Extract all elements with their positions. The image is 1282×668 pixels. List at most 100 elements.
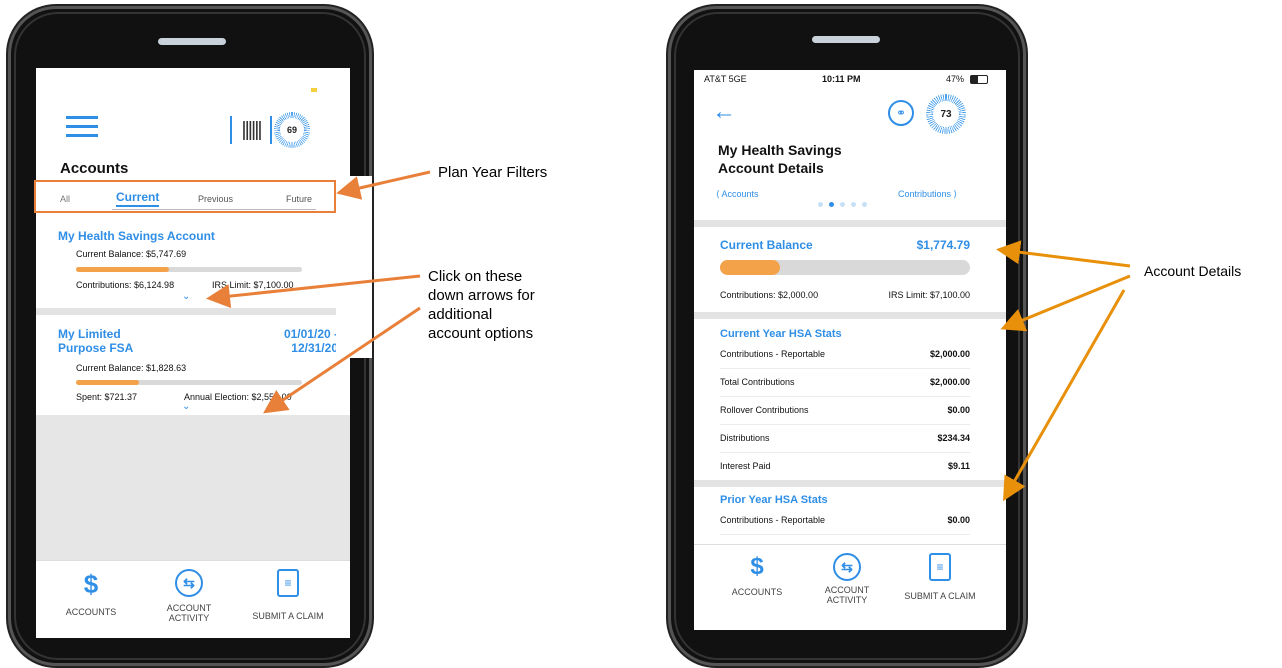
- dollar-icon: $: [750, 553, 764, 580]
- barcode-icon[interactable]: ||||||: [230, 116, 272, 144]
- page-dots: [818, 202, 878, 210]
- plan-year-filters-highlight: [34, 180, 336, 213]
- nav-submit-claim[interactable]: ≡ SUBMIT A CLAIM: [890, 553, 990, 601]
- fsa-plan-dates-line2: 12/31/20: [291, 341, 338, 355]
- clipboard-icon: ≡: [277, 569, 299, 597]
- current-balance-value: $1,774.79: [916, 238, 970, 252]
- contributions-link-label: Contributions: [898, 189, 952, 199]
- hsa-progress-bar: [76, 267, 302, 272]
- fsa-spent: Spent: $721.37: [76, 392, 138, 402]
- wellness-score-ring[interactable]: 69: [274, 112, 310, 148]
- hsa-card[interactable]: My Health Savings Account Current Balanc…: [36, 216, 350, 306]
- page-dot[interactable]: [862, 202, 867, 207]
- hsa-expand-chevron-icon[interactable]: ⌄: [182, 291, 190, 302]
- fsa-progress-bar: [76, 380, 302, 385]
- annotation-line: account options: [428, 325, 534, 342]
- balance-contributions: Contributions: $2,000.00: [720, 290, 819, 300]
- contributions-link[interactable]: Contributions ⟩: [898, 189, 957, 200]
- annotation-line: additional: [428, 306, 493, 323]
- stat-label: Rollover Contributions: [720, 405, 809, 415]
- status-battery: 47%: [946, 74, 965, 84]
- accounts-link[interactable]: ⟨ Accounts: [716, 189, 759, 200]
- left-phone-frame: |||||| 69 Accounts All Current Previous …: [8, 6, 372, 666]
- balance-irs-limit: IRS Limit: $7,100.00: [888, 290, 970, 300]
- hsa-current-balance: Current Balance: $5,747.69: [76, 249, 187, 259]
- hsa-progress-fill: [76, 267, 169, 272]
- menu-icon[interactable]: [66, 116, 98, 138]
- bottom-nav: $ ACCOUNTS ⇆ ACCOUNT ACTIVITY ≡ SUBMIT A…: [694, 544, 1006, 615]
- prior-year-stats: Contributions - Reportable $0.00: [720, 506, 970, 536]
- stat-value: $0.00: [947, 515, 970, 525]
- page-title-line1: My Health Savings: [718, 142, 842, 158]
- stat-row: Distributions $234.34: [720, 424, 970, 453]
- current-balance-label: Current Balance: [720, 238, 813, 252]
- chevron-right-icon: ⟩: [951, 189, 958, 199]
- stat-value: $2,000.00: [929, 349, 970, 359]
- stat-row: Contributions - Reportable $0.00: [720, 506, 970, 535]
- nav-account-activity[interactable]: ⇆ ACCOUNT ACTIVITY: [154, 569, 224, 623]
- stat-row: Total Contributions $2,000.00: [720, 368, 970, 397]
- annotation-line: down arrows for: [428, 287, 535, 304]
- stat-value: $9.11: [947, 461, 970, 471]
- annotation-down-arrows: Click on these down arrows for additiona…: [428, 267, 535, 343]
- stat-value: $0.00: [947, 405, 970, 415]
- page-title-line2: Account Details: [718, 160, 824, 176]
- fsa-account-name-line2[interactable]: Purpose FSA: [58, 341, 133, 355]
- annotation-line: Click on these: [428, 268, 523, 285]
- balance-progress-fill: [720, 260, 780, 275]
- current-year-heading: Current Year HSA Stats: [720, 328, 842, 340]
- bottom-nav: $ ACCOUNTS ⇆ ACCOUNT ACTIVITY ≡ SUBMIT A…: [36, 560, 350, 638]
- dollar-icon: $: [83, 569, 99, 599]
- back-arrow-icon[interactable]: ←: [712, 98, 736, 126]
- stat-row: Rollover Contributions $0.00: [720, 396, 970, 425]
- left-phone-speaker: [158, 38, 226, 45]
- wellness-score: 69: [280, 118, 304, 142]
- card-divider: [36, 308, 350, 315]
- microphone-icon[interactable]: ⚭: [888, 100, 914, 126]
- accounts-link-label: Accounts: [721, 189, 759, 199]
- nav-accounts-label: ACCOUNTS: [731, 587, 783, 597]
- notification-dot: [311, 88, 317, 92]
- page-dot-active[interactable]: [829, 202, 834, 207]
- page-dot[interactable]: [851, 202, 856, 207]
- fsa-plan-dates-line1: 01/01/20 -: [283, 327, 338, 341]
- empty-area: [36, 415, 350, 560]
- fsa-card[interactable]: My Limited Purpose FSA 01/01/20 - 12/31/…: [36, 315, 350, 415]
- stat-label: Contributions - Reportable: [720, 515, 826, 525]
- left-phone-screen: |||||| 69 Accounts All Current Previous …: [36, 68, 350, 638]
- fsa-progress-fill: [76, 380, 140, 385]
- hsa-account-name[interactable]: My Health Savings Account: [58, 229, 215, 243]
- battery-icon: [970, 75, 988, 84]
- annotation-backdrop: [336, 176, 372, 358]
- fsa-annual-election: Annual Election: $2,550.00: [184, 392, 292, 402]
- current-year-stats: Contributions - Reportable $2,000.00 Total…: [720, 340, 970, 481]
- stat-label: Contributions - Reportable: [720, 349, 826, 359]
- annotation-account-details: Account Details: [1144, 263, 1242, 279]
- transfer-icon: ⇆: [175, 569, 203, 597]
- right-phone-screen: AT&T 5GE 10:11 PM 47% ← ⚭ 73 My Health S…: [694, 70, 1006, 630]
- annotation-plan-year-filters: Plan Year Filters: [438, 164, 548, 181]
- stat-label: Total Contributions: [720, 377, 795, 387]
- nav-submit-claim[interactable]: ≡ SUBMIT A CLAIM: [238, 569, 338, 621]
- nav-submit-claim-label: SUBMIT A CLAIM: [252, 611, 324, 621]
- status-bar: AT&T 5GE 10:11 PM 47%: [694, 70, 1006, 88]
- fsa-expand-chevron-icon[interactable]: ⌄: [182, 401, 190, 412]
- section-divider: [694, 220, 1006, 227]
- status-time: 10:11 PM: [822, 74, 861, 84]
- prior-year-heading: Prior Year HSA Stats: [720, 494, 828, 506]
- page-title: Accounts: [60, 160, 129, 177]
- page-dot[interactable]: [840, 202, 845, 207]
- right-phone-speaker: [812, 36, 880, 43]
- nav-accounts[interactable]: $ ACCOUNTS: [56, 569, 126, 617]
- nav-accounts[interactable]: $ ACCOUNTS: [722, 553, 792, 597]
- nav-account-activity[interactable]: ⇆ ACCOUNT ACTIVITY: [812, 553, 882, 605]
- stat-value: $234.34: [937, 433, 970, 443]
- wellness-score-ring[interactable]: 73: [926, 94, 966, 134]
- stat-label: Distributions: [720, 433, 770, 443]
- balance-progress-bar: [720, 260, 970, 275]
- nav-submit-claim-label: SUBMIT A CLAIM: [904, 591, 976, 601]
- fsa-account-name-line1[interactable]: My Limited: [58, 327, 121, 341]
- hsa-contributions: Contributions: $6,124.98: [76, 280, 175, 290]
- nav-accounts-label: ACCOUNTS: [65, 607, 117, 617]
- page-dot[interactable]: [818, 202, 823, 207]
